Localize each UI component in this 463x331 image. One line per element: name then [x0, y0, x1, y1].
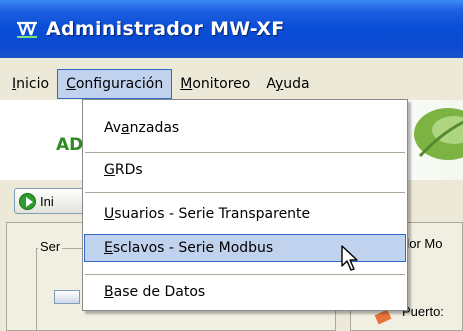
mnemonic-letter: I	[12, 76, 17, 92]
menu-bar: Inicio Configuración Monitoreo Ayuda	[0, 69, 463, 99]
title-bar[interactable]: Administrador MW-XF	[0, 0, 463, 58]
play-icon	[19, 192, 36, 210]
configuracion-dropdown: Avanzadas GRDs Usuarios - Serie Transpar…	[82, 99, 408, 311]
menu-configuracion[interactable]: Configuración	[57, 69, 173, 99]
mnemonic-letter: U	[104, 206, 115, 222]
device-icon	[54, 290, 80, 304]
menu-item-label: Base de Datos	[104, 284, 206, 300]
menu-inicio[interactable]: Inicio	[4, 69, 57, 99]
menu-label: Inicio	[12, 76, 50, 92]
banner-text: AD	[56, 135, 84, 155]
mnemonic-letter: C	[66, 76, 76, 92]
menu-monitoreo[interactable]: Monitoreo	[172, 69, 258, 99]
start-button-label: Ini	[40, 193, 54, 209]
menu-label: Ayuda	[266, 76, 310, 92]
mnemonic-letter: a	[121, 120, 130, 136]
menu-item-base-de-datos[interactable]: Base de Datos	[84, 278, 406, 306]
mouse-cursor-icon	[341, 245, 358, 271]
menu-separator	[85, 274, 405, 275]
menu-item-label: GRDs	[104, 162, 143, 178]
mnemonic-letter: y	[274, 76, 284, 92]
menu-separator	[85, 192, 405, 193]
window-title: Administrador MW-XF	[46, 18, 285, 40]
menu-ayuda[interactable]: Ayuda	[258, 69, 317, 99]
mnemonic-letter: B	[104, 284, 114, 300]
menu-item-usuarios-serie-transparente[interactable]: Usuarios - Serie Transparente	[84, 200, 406, 228]
menu-item-label: Usuarios - Serie Transparente	[104, 206, 311, 222]
mnemonic-letter: E	[104, 240, 113, 256]
menu-item-avanzadas[interactable]: Avanzadas	[84, 114, 406, 142]
menu-separator	[85, 152, 405, 153]
puerto-label: Puerto:	[402, 304, 444, 319]
menu-item-label: Esclavos - Serie Modbus	[104, 240, 274, 256]
app-logo-icon	[14, 18, 40, 40]
menu-item-grds[interactable]: GRDs	[84, 156, 406, 184]
menu-label: Configuración	[66, 76, 164, 92]
leaf-logo-icon	[414, 108, 463, 160]
mnemonic-letter: M	[180, 76, 193, 92]
menu-label: Monitoreo	[180, 76, 251, 92]
mnemonic-letter: G	[104, 162, 115, 178]
menu-item-label: Avanzadas	[104, 120, 180, 136]
left-group-label: Ser	[38, 239, 63, 254]
right-panel-label: dor Mo	[402, 236, 443, 251]
